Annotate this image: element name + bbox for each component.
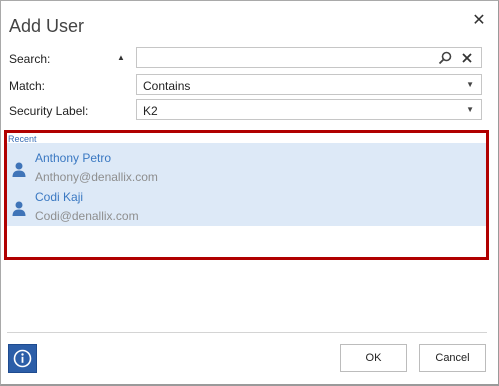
search-label: Search: — [9, 52, 51, 66]
search-input[interactable] — [141, 49, 427, 66]
info-icon — [13, 349, 32, 368]
info-button[interactable] — [8, 344, 37, 373]
cancel-button[interactable]: Cancel — [419, 344, 486, 372]
ok-button[interactable]: OK — [340, 344, 407, 372]
chevron-down-icon[interactable]: ▼ — [466, 80, 474, 89]
add-user-dialog: Add User ✕ Search: ▲ Match: Contains ▼ S… — [0, 0, 499, 386]
sort-ascending-icon[interactable]: ▲ — [117, 53, 125, 62]
security-label-select[interactable]: K2 ▼ — [136, 99, 482, 120]
search-icon[interactable] — [437, 50, 453, 66]
match-select[interactable]: Contains ▼ — [136, 74, 482, 95]
security-label-label: Security Label: — [9, 104, 89, 118]
clear-search-icon[interactable] — [459, 50, 475, 66]
security-label-value: K2 — [143, 104, 158, 118]
match-label: Match: — [9, 79, 46, 93]
match-value: Contains — [143, 79, 191, 93]
annotation-highlight-frame — [4, 130, 489, 260]
dialog-title: Add User — [9, 16, 85, 36]
chevron-down-icon[interactable]: ▼ — [466, 105, 474, 114]
search-field — [136, 47, 482, 68]
footer-divider — [7, 332, 487, 333]
close-icon[interactable]: ✕ — [469, 11, 489, 31]
